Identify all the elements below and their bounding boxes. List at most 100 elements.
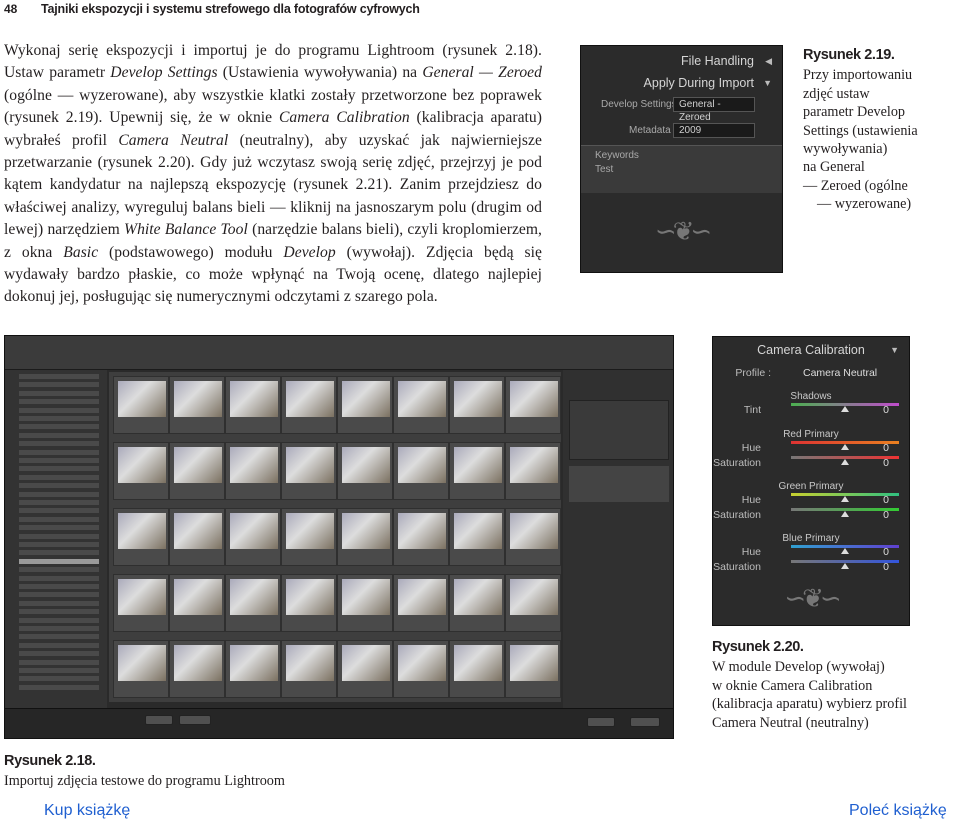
green-saturation-knob[interactable] (841, 511, 849, 517)
thumbnail-cell[interactable] (393, 574, 449, 632)
thumbnail-cell[interactable] (169, 508, 225, 566)
cancel-button[interactable] (587, 717, 615, 727)
blue-hue-knob[interactable] (841, 548, 849, 554)
folder-row[interactable] (19, 374, 99, 379)
thumbnail-cell[interactable] (337, 508, 393, 566)
folder-row[interactable] (19, 508, 99, 514)
thumbnail-cell[interactable] (393, 640, 449, 698)
thumbnail-cell[interactable] (449, 640, 505, 698)
thumbnail-cell[interactable] (113, 376, 169, 434)
thumbnail-cell[interactable] (337, 640, 393, 698)
folder-row[interactable] (19, 659, 99, 665)
thumbnail-cell[interactable] (225, 442, 281, 500)
thumbnail-cell[interactable] (225, 640, 281, 698)
folder-row[interactable] (19, 424, 99, 430)
folder-row[interactable] (19, 584, 99, 589)
thumbnail-cell[interactable] (169, 442, 225, 500)
thumbnail-cell[interactable] (505, 508, 561, 566)
folder-row[interactable] (19, 558, 99, 564)
folder-row[interactable] (19, 390, 99, 396)
folder-row[interactable] (19, 533, 99, 539)
folder-row[interactable] (19, 483, 99, 489)
folder-row[interactable] (19, 642, 99, 648)
thumbnail-cell[interactable] (505, 640, 561, 698)
folder-row[interactable] (19, 500, 99, 505)
folder-row[interactable] (19, 600, 99, 606)
folder-row[interactable] (19, 626, 99, 631)
folder-row[interactable] (19, 575, 99, 581)
folder-row[interactable] (19, 516, 99, 522)
thumbnail-cell[interactable] (225, 508, 281, 566)
develop-settings-select[interactable]: General - Zeroed (673, 97, 755, 123)
folder-row[interactable] (19, 525, 99, 531)
folder-row[interactable] (19, 542, 99, 547)
thumbnail-cell[interactable] (505, 442, 561, 500)
thumbnail-cell[interactable] (281, 574, 337, 632)
thumbnail-cell[interactable] (225, 574, 281, 632)
thumbnail-cell[interactable] (113, 640, 169, 698)
thumbnail-cell[interactable] (113, 574, 169, 632)
thumbnail-cell[interactable] (505, 376, 561, 434)
thumbnail-cell[interactable] (281, 442, 337, 500)
folder-row[interactable] (19, 432, 99, 438)
folder-row[interactable] (19, 441, 99, 447)
folder-row[interactable] (19, 466, 99, 472)
folder-row[interactable] (19, 382, 99, 388)
thumbnail-cell[interactable] (337, 574, 393, 632)
thumbnail-image (454, 645, 502, 681)
folder-row[interactable] (19, 399, 99, 405)
import-button[interactable] (630, 717, 660, 727)
folder-row[interactable] (19, 668, 99, 673)
thumbnail-cell[interactable] (393, 442, 449, 500)
folder-row[interactable] (19, 676, 99, 682)
buy-book-link[interactable]: Kup książkę (44, 802, 130, 820)
folder-row[interactable] (19, 416, 99, 421)
thumbnail-cell[interactable] (113, 442, 169, 500)
thumbnail-cell[interactable] (281, 376, 337, 434)
red-saturation-knob[interactable] (841, 459, 849, 465)
thumbnail-cell[interactable] (505, 574, 561, 632)
folder-row[interactable] (19, 567, 99, 573)
folder-row[interactable] (19, 550, 99, 556)
check-all-button[interactable] (145, 715, 173, 725)
thumbnail-cell[interactable] (169, 376, 225, 434)
thumbnail-cell[interactable] (337, 442, 393, 500)
thumbnail-cell[interactable] (449, 508, 505, 566)
folder-row[interactable] (19, 458, 99, 463)
thumbnail-cell[interactable] (281, 508, 337, 566)
folder-row[interactable] (19, 449, 99, 455)
folder-row[interactable] (19, 617, 99, 623)
thumbnail-cell[interactable] (337, 376, 393, 434)
uncheck-all-button[interactable] (179, 715, 211, 725)
folder-row[interactable] (19, 609, 99, 615)
thumbnail-cell[interactable] (393, 508, 449, 566)
apply-during-import-header[interactable]: Apply During Import ▼ (581, 72, 782, 94)
thumbnail-cell[interactable] (449, 442, 505, 500)
folder-row[interactable] (19, 474, 99, 480)
keywords-box[interactable] (569, 466, 669, 502)
folder-row[interactable] (19, 407, 99, 413)
thumbnail-cell[interactable] (281, 640, 337, 698)
thumbnail-cell[interactable] (169, 574, 225, 632)
folder-row[interactable] (19, 592, 99, 598)
thumbnail-cell[interactable] (449, 376, 505, 434)
thumbnail-cell[interactable] (169, 640, 225, 698)
folder-row[interactable] (19, 651, 99, 657)
file-handling-header[interactable]: File Handling ◀ (581, 50, 782, 72)
thumbnail-cell[interactable] (225, 376, 281, 434)
folder-row[interactable] (19, 491, 99, 497)
folder-row[interactable] (19, 634, 99, 640)
tint-slider-knob[interactable] (841, 406, 849, 412)
red-hue-knob[interactable] (841, 444, 849, 450)
thumbnail-cell[interactable] (113, 508, 169, 566)
blue-saturation-knob[interactable] (841, 563, 849, 569)
green-hue-knob[interactable] (841, 496, 849, 502)
metadata-select[interactable]: 2009 (673, 123, 755, 138)
thumbnail-cell[interactable] (393, 376, 449, 434)
thumbnail-cell[interactable] (449, 574, 505, 632)
camera-calibration-header[interactable]: Camera Calibration ▼ (713, 339, 909, 361)
folder-row[interactable] (19, 684, 99, 690)
keywords-area[interactable]: Keywords Test (581, 145, 782, 193)
recommend-book-link[interactable]: Poleć książkę (849, 802, 947, 820)
profile-select[interactable]: Camera Neutral (803, 367, 877, 379)
